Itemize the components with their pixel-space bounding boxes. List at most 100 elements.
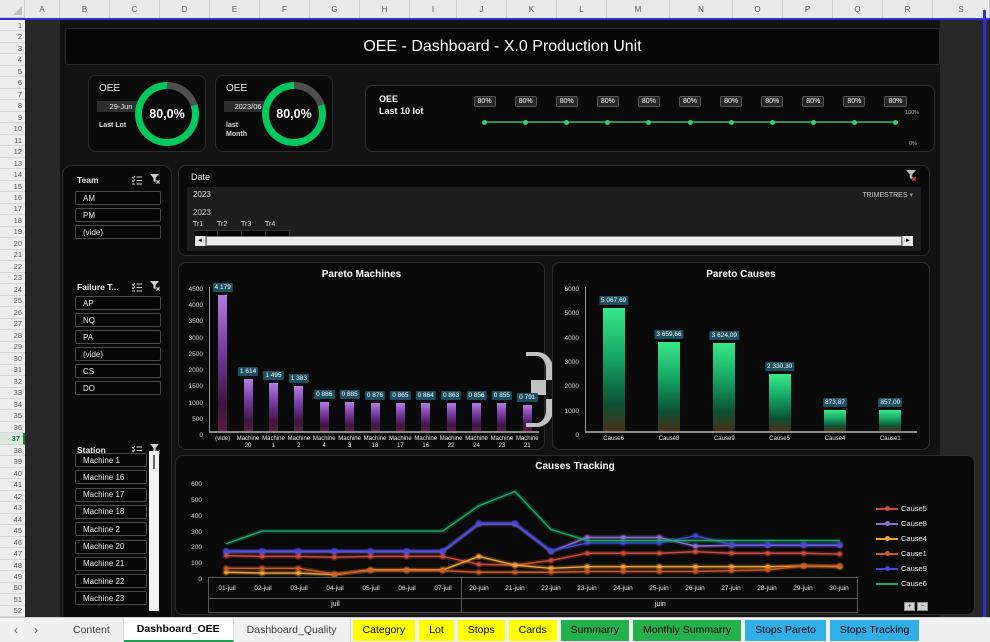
column-header-J[interactable]: J (457, 0, 507, 18)
column-header-H[interactable]: H (360, 0, 410, 18)
column-header-M[interactable]: M (607, 0, 670, 18)
slicer-item[interactable]: Machine 17 (75, 488, 147, 502)
sheet-tab-lot[interactable]: Lot (419, 620, 454, 641)
row-header-37[interactable]: 37 (0, 433, 25, 444)
sheet-tab-stops-tracking[interactable]: Stops Tracking (830, 620, 919, 641)
sheet-tab-monthly-summarry[interactable]: Monthly Summarry (633, 620, 741, 641)
timeline-scrollbar[interactable]: ◄ ► (195, 236, 913, 246)
column-header-D[interactable]: D (160, 0, 210, 18)
row-header-42[interactable]: 42 (0, 491, 25, 502)
row-header-23[interactable]: 23 (0, 273, 25, 284)
multiselect-icon[interactable] (131, 282, 143, 292)
slicer-item[interactable]: Machine 16 (75, 470, 147, 484)
next-sheet-arrow[interactable]: › (34, 623, 38, 637)
column-header-E[interactable]: E (210, 0, 260, 18)
sheet-tab-stops-pareto[interactable]: Stops Pareto (745, 620, 826, 641)
slicer-item[interactable]: Machine 20 (75, 540, 147, 554)
row-header-35[interactable]: 35 (0, 410, 25, 421)
row-header-12[interactable]: 12 (0, 146, 25, 157)
sheet-tab-stops[interactable]: Stops (458, 620, 505, 641)
row-header-15[interactable]: 15 (0, 181, 25, 192)
row-header-30[interactable]: 30 (0, 353, 25, 364)
row-header-25[interactable]: 25 (0, 296, 25, 307)
column-header-S[interactable]: S (933, 0, 990, 18)
slicer-item[interactable]: Machine 18 (75, 505, 147, 519)
row-header-17[interactable]: 17 (0, 204, 25, 215)
row-header-39[interactable]: 39 (0, 456, 25, 467)
sheet-tab-category[interactable]: Category (353, 620, 416, 641)
slicer-item[interactable]: Machine 1 (75, 453, 147, 467)
legend-item[interactable]: Cause6 (876, 579, 927, 588)
row-header-8[interactable]: 8 (0, 100, 25, 111)
column-headers[interactable]: ABCDEFGHIJKLMNOPQRS (25, 0, 990, 18)
row-header-32[interactable]: 32 (0, 376, 25, 387)
row-header-19[interactable]: 19 (0, 227, 25, 238)
sheet-tab-cards[interactable]: Cards (509, 620, 557, 641)
causes-tracking-chart[interactable]: Causes Tracking 0100200300400500600 01-j… (175, 455, 975, 615)
row-header-47[interactable]: 47 (0, 548, 25, 559)
column-header-P[interactable]: P (783, 0, 833, 18)
row-header-11[interactable]: 11 (0, 135, 25, 146)
zoom-plus-button[interactable]: + (904, 602, 915, 611)
row-header-31[interactable]: 31 (0, 365, 25, 376)
row-header-36[interactable]: 36 (0, 422, 25, 433)
sheet-tab-dashboard-oee[interactable]: Dashboard_OEE (124, 618, 234, 642)
legend-item[interactable]: Cause9 (876, 564, 927, 573)
row-header-52[interactable]: 52 (0, 606, 25, 617)
row-headers[interactable]: 1234567891011121314151617181920212223242… (0, 20, 25, 617)
legend-item[interactable]: Cause1 (876, 549, 927, 558)
row-header-20[interactable]: 20 (0, 238, 25, 249)
row-header-9[interactable]: 9 (0, 112, 25, 123)
slicer-item[interactable]: Machine 22 (75, 574, 147, 588)
slicer-item[interactable]: NQ (75, 313, 161, 327)
column-header-K[interactable]: K (507, 0, 557, 18)
row-header-21[interactable]: 21 (0, 250, 25, 261)
slicer-item[interactable]: (vide) (75, 347, 161, 361)
slicer-item[interactable]: DO (75, 381, 161, 395)
slicer-item[interactable]: AM (75, 191, 161, 205)
row-header-27[interactable]: 27 (0, 319, 25, 330)
column-header-F[interactable]: F (260, 0, 310, 18)
slicer-item[interactable]: CS (75, 364, 161, 378)
legend-item[interactable]: Cause4 (876, 534, 927, 543)
row-header-10[interactable]: 10 (0, 123, 25, 134)
row-header-33[interactable]: 33 (0, 388, 25, 399)
row-header-22[interactable]: 22 (0, 261, 25, 272)
row-header-29[interactable]: 29 (0, 342, 25, 353)
scroll-right-arrow[interactable]: ► (903, 236, 913, 246)
row-header-7[interactable]: 7 (0, 89, 25, 100)
row-header-6[interactable]: 6 (0, 77, 25, 88)
row-header-38[interactable]: 38 (0, 445, 25, 456)
slicer-item[interactable]: AP (75, 296, 161, 310)
pareto-machines-chart[interactable]: Pareto Machines 050010001500200025003000… (178, 262, 545, 450)
row-header-51[interactable]: 51 (0, 594, 25, 605)
row-header-40[interactable]: 40 (0, 468, 25, 479)
row-header-24[interactable]: 24 (0, 284, 25, 295)
column-header-L[interactable]: L (557, 0, 607, 18)
row-header-16[interactable]: 16 (0, 192, 25, 203)
sheet-tab-summarry[interactable]: Summarry (561, 620, 629, 641)
clear-filter-icon[interactable] (906, 170, 917, 182)
slicer-item[interactable]: PA (75, 330, 161, 344)
column-header-B[interactable]: B (60, 0, 110, 18)
legend-item[interactable]: Cause5 (876, 504, 927, 513)
row-header-48[interactable]: 48 (0, 560, 25, 571)
row-header-50[interactable]: 50 (0, 583, 25, 594)
row-header-45[interactable]: 45 (0, 525, 25, 536)
scrollbar-thumb[interactable] (206, 236, 902, 246)
row-header-43[interactable]: 43 (0, 502, 25, 513)
sheet-tab-content[interactable]: Content (60, 618, 124, 642)
row-header-18[interactable]: 18 (0, 215, 25, 226)
pareto-causes-chart[interactable]: Pareto Causes 0100020003000400050006000 … (552, 262, 930, 450)
zoom-minus-button[interactable]: − (917, 602, 928, 611)
column-header-O[interactable]: O (733, 0, 783, 18)
sheet-tab-dashboard-quality[interactable]: Dashboard_Quality (234, 618, 351, 642)
column-header-G[interactable]: G (310, 0, 360, 18)
row-header-3[interactable]: 3 (0, 43, 25, 54)
prev-sheet-arrow[interactable]: ‹ (14, 623, 18, 637)
row-header-26[interactable]: 26 (0, 307, 25, 318)
column-header-I[interactable]: I (410, 0, 457, 18)
clear-filter-icon[interactable] (150, 174, 161, 185)
row-header-13[interactable]: 13 (0, 158, 25, 169)
row-header-34[interactable]: 34 (0, 399, 25, 410)
